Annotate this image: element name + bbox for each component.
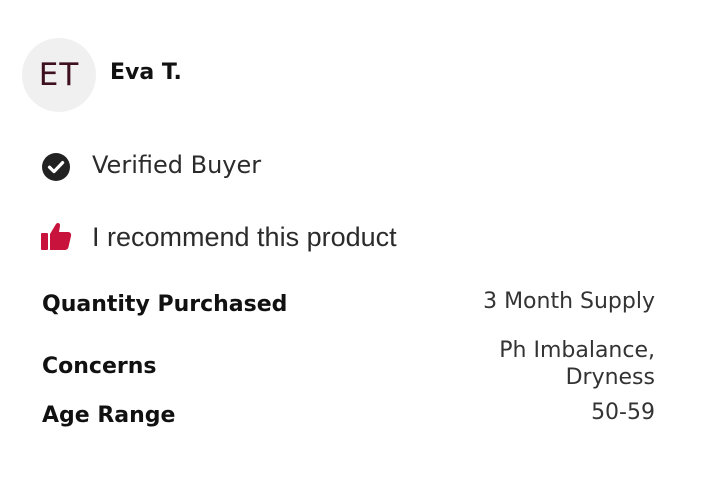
avatar: ET [22,38,96,112]
concerns-value-line-2: Dryness [565,365,655,390]
age-range-value: 50-59 [591,400,655,425]
concerns-value: Ph Imbalance, Dryness [499,337,655,391]
recommend-label: I recommend this product [92,222,397,252]
thumbs-up-icon [41,222,72,250]
concerns-label: Concerns [42,354,157,379]
quantity-purchased-label: Quantity Purchased [42,292,288,317]
concerns-value-line-1: Ph Imbalance, [499,338,655,363]
check-circle-icon [42,153,70,181]
quantity-purchased-value: 3 Month Supply [483,289,655,314]
age-range-label: Age Range [42,403,176,428]
avatar-initials: ET [38,57,80,93]
verified-buyer-label: Verified Buyer [92,151,262,179]
reviewer-name: Eva T. [110,60,182,85]
